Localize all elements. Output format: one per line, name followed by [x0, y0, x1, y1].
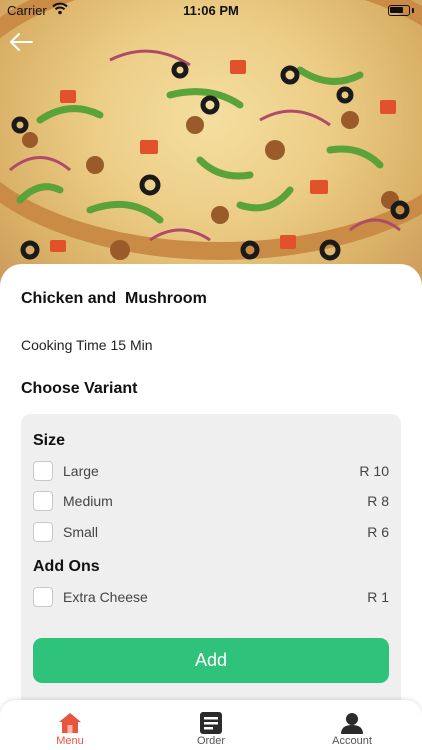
item-detail-card: Chicken and Mushroom Cooking Time 15 Min… — [0, 264, 422, 714]
size-option-large[interactable]: Large R 10 — [33, 461, 389, 483]
back-arrow-icon[interactable] — [8, 30, 34, 54]
status-bar: Carrier 11:06 PM — [0, 0, 422, 22]
pizza-toppings — [9, 49, 410, 261]
add-button[interactable]: Add — [33, 638, 389, 683]
tab-account[interactable]: Account — [282, 700, 422, 750]
order-list-icon — [200, 712, 222, 734]
battery-icon — [388, 5, 410, 16]
option-label: Small — [63, 524, 99, 540]
add-ons-heading: Add Ons — [33, 558, 100, 575]
option-price: R 1 — [367, 589, 389, 605]
cooking-time: Cooking Time 15 Min — [21, 337, 153, 353]
checkbox[interactable] — [33, 587, 53, 607]
size-option-small[interactable]: Small R 6 — [33, 522, 389, 544]
option-price: R 6 — [367, 524, 389, 540]
checkbox[interactable] — [33, 522, 53, 542]
option-price: R 10 — [359, 463, 389, 479]
account-icon — [341, 713, 363, 734]
home-icon — [59, 713, 81, 733]
item-title: Chicken and Mushroom — [21, 290, 207, 307]
variant-panel: Size Large R 10 Medium R 8 Small R 6 Add… — [21, 414, 401, 714]
addon-option-extra-cheese[interactable]: Extra Cheese R 1 — [33, 587, 389, 609]
option-label: Extra Cheese — [63, 589, 148, 605]
clock: 11:06 PM — [183, 3, 239, 18]
choose-variant-heading: Choose Variant — [21, 380, 138, 397]
checkbox[interactable] — [33, 461, 53, 481]
bottom-tab-bar: Menu Order Account — [0, 700, 422, 750]
size-heading: Size — [33, 432, 66, 449]
tab-menu[interactable]: Menu — [0, 700, 140, 750]
battery-tip — [412, 8, 414, 13]
size-option-medium[interactable]: Medium R 8 — [33, 491, 389, 513]
tab-label: Menu — [56, 735, 84, 747]
pizza-image — [0, 0, 422, 300]
tab-label: Account — [332, 735, 372, 747]
option-label: Large — [63, 463, 99, 479]
checkbox[interactable] — [33, 491, 53, 511]
tab-label: Order — [196, 735, 226, 747]
option-price: R 8 — [367, 493, 389, 509]
option-label: Medium — [63, 493, 113, 509]
tab-order[interactable]: Order — [141, 700, 281, 750]
